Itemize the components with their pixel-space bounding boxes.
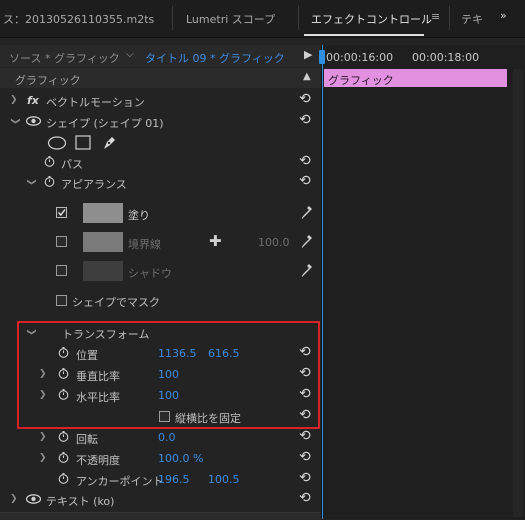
appearance-row-fill[interactable]: 塗り: [0, 202, 321, 224]
checkmark-icon: [57, 209, 66, 217]
source-label[interactable]: ソース * グラフィック: [9, 50, 120, 66]
property-label: シャドウ: [128, 267, 172, 280]
reset-icon[interactable]: ⟲: [299, 429, 311, 443]
ellipse-tool-icon[interactable]: [47, 136, 67, 150]
shadow-checkbox[interactable]: [56, 265, 67, 276]
eye-visibility-icon[interactable]: [26, 116, 41, 126]
effect-timeline[interactable]: 00:00:16:00 00:00:18:00 グラフィック: [319, 45, 525, 519]
expand-arrow-icon[interactable]: ❯: [10, 494, 18, 504]
stopwatch-icon[interactable]: [44, 176, 55, 187]
property-label: 回転: [76, 433, 98, 446]
timecode-label: 00:00:16:00: [326, 51, 394, 64]
anchor-y-value[interactable]: 100.5: [208, 473, 240, 486]
pen-tool-icon[interactable]: [101, 134, 118, 151]
vertical-scrollbar[interactable]: [513, 69, 523, 517]
effect-row-text-layer[interactable]: ❯ テキスト (ko) ⟲: [0, 490, 321, 510]
active-tab-indicator: [304, 34, 424, 36]
panel-tab-bar: ス：20130526110355.m2ts Lumetri スコープ エフェクト…: [0, 0, 525, 38]
property-label: パス: [61, 158, 83, 171]
tab-effect-controls[interactable]: エフェクトコントロール: [311, 11, 432, 27]
shadow-color-swatch[interactable]: [83, 261, 123, 281]
panel-menu-icon[interactable]: ≡: [431, 10, 440, 23]
collapse-arrow-icon[interactable]: ❯: [10, 117, 20, 125]
fill-checkbox[interactable]: [56, 207, 67, 218]
reset-icon[interactable]: ⟲: [299, 491, 311, 505]
eyedropper-icon[interactable]: [301, 234, 313, 249]
collapse-up-icon[interactable]: ▲: [303, 71, 311, 82]
property-label: アピアランス: [61, 178, 127, 191]
property-row-shape-mask[interactable]: シェイプでマスク: [0, 291, 321, 311]
fill-color-swatch[interactable]: [83, 203, 123, 223]
anchor-x-value[interactable]: 196.5: [158, 473, 190, 486]
eye-visibility-icon[interactable]: [26, 494, 41, 504]
expand-arrow-icon[interactable]: ❯: [39, 453, 47, 463]
clip-bar-label: グラフィック: [328, 74, 394, 87]
transform-highlight-annotation: [17, 321, 320, 429]
reset-icon[interactable]: ⟲: [299, 471, 311, 485]
play-only-audio-icon[interactable]: ▶: [304, 48, 312, 61]
property-row-appearance[interactable]: ❯ アピアランス ⟲: [0, 173, 321, 193]
effect-name: シェイプ (シェイプ 01): [46, 117, 164, 130]
property-label: 塗り: [128, 209, 150, 222]
section-title: グラフィック: [15, 74, 81, 87]
clip-dropdown[interactable]: タイトル 09 * グラフィック: [145, 50, 285, 66]
tab-divider: [449, 6, 450, 30]
stopwatch-icon[interactable]: [44, 156, 55, 167]
expand-arrow-icon[interactable]: ❯: [39, 432, 47, 442]
effect-row-shape-layer[interactable]: ❯ シェイプ (シェイプ 01) ⟲: [0, 112, 321, 132]
effect-name: テキスト (ko): [46, 495, 115, 508]
appearance-row-shadow[interactable]: シャドウ: [0, 260, 321, 282]
playhead-line[interactable]: [319, 45, 325, 519]
stroke-color-swatch[interactable]: [83, 232, 123, 252]
property-row-rotation[interactable]: ❯ 回転 0.0 ⟲: [0, 428, 321, 448]
playhead-handle[interactable]: [319, 50, 325, 64]
appearance-row-stroke[interactable]: 境界線 ✚ 100.0: [0, 231, 321, 253]
property-row-path[interactable]: パス ⟲: [0, 153, 321, 173]
property-label: アンカーポイント: [76, 475, 164, 488]
rectangle-tool-icon[interactable]: [75, 135, 91, 150]
eyedropper-icon[interactable]: [301, 263, 313, 278]
stroke-width-value[interactable]: 100.0: [258, 236, 290, 249]
reset-icon[interactable]: ⟲: [299, 450, 311, 464]
collapse-arrow-icon[interactable]: ❯: [26, 178, 36, 186]
reset-icon[interactable]: ⟲: [299, 113, 311, 127]
rotation-value[interactable]: 0.0: [158, 431, 176, 444]
reset-icon[interactable]: ⟲: [299, 92, 311, 106]
property-label: シェイプでマスク: [72, 296, 160, 309]
chevron-down-icon[interactable]: ⌵: [126, 49, 134, 60]
tab-lumetri-scopes[interactable]: Lumetri スコープ: [186, 11, 275, 27]
add-stroke-icon[interactable]: ✚: [209, 232, 222, 250]
property-label: 境界線: [128, 238, 161, 251]
overflow-chevron-icon[interactable]: »: [500, 9, 507, 22]
effect-row-vector-motion[interactable]: ❯ fx ベクトルモーション ⟲: [0, 91, 321, 111]
tab-source[interactable]: ス：20130526110355.m2ts: [3, 11, 154, 27]
shape-tools-row: [0, 133, 321, 153]
reset-icon[interactable]: ⟲: [299, 174, 311, 188]
tab-divider: [172, 6, 173, 30]
reset-icon[interactable]: ⟲: [299, 154, 311, 168]
shape-mask-checkbox[interactable]: [56, 295, 67, 306]
section-header-graphics: グラフィック ▲: [0, 68, 321, 88]
effect-name: ベクトルモーション: [46, 96, 145, 109]
source-clip-row: ソース * グラフィック ⌵ タイトル 09 * グラフィック ▶: [0, 45, 321, 67]
property-row-opacity[interactable]: ❯ 不透明度 100.0 % ⟲: [0, 449, 321, 469]
expand-arrow-icon[interactable]: ❯: [10, 95, 18, 105]
eyedropper-icon[interactable]: [301, 205, 313, 220]
stroke-checkbox[interactable]: [56, 236, 67, 247]
stopwatch-icon[interactable]: [58, 452, 69, 463]
tab-divider: [298, 6, 299, 30]
tab-text[interactable]: テキ: [461, 11, 483, 27]
stopwatch-icon[interactable]: [58, 473, 69, 484]
opacity-value[interactable]: 100.0 %: [158, 452, 203, 465]
property-row-anchor-point[interactable]: アンカーポイント 196.5 100.5 ⟲: [0, 470, 321, 490]
stopwatch-icon[interactable]: [58, 431, 69, 442]
property-label: 不透明度: [76, 454, 120, 467]
fx-icon[interactable]: fx: [27, 94, 39, 107]
timeline-clip-bar[interactable]: グラフィック: [324, 69, 507, 87]
timecode-label: 00:00:18:00: [412, 51, 480, 64]
